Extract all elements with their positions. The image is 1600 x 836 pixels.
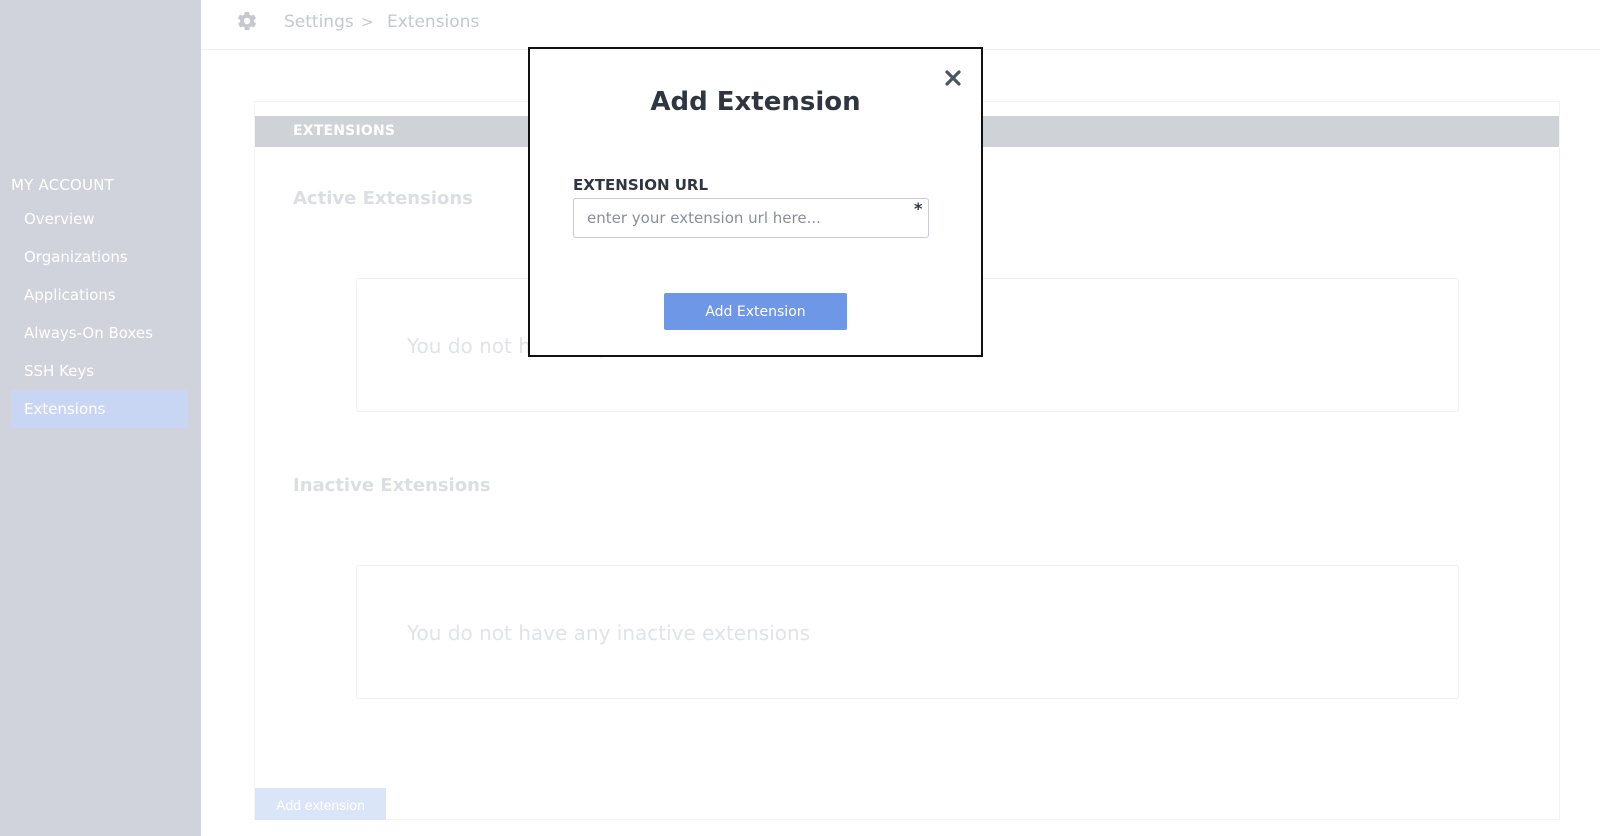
inactive-extensions-empty-box: You do not have any inactive extensions xyxy=(356,565,1459,699)
active-extensions-title: Active Extensions xyxy=(293,188,473,209)
inactive-extensions-empty-text: You do not have any inactive extensions xyxy=(407,621,811,645)
gear-icon[interactable] xyxy=(236,10,258,32)
add-extension-submit-button[interactable]: Add Extension xyxy=(664,293,847,330)
extension-url-label: EXTENSION URL xyxy=(573,176,709,194)
breadcrumb-separator: > xyxy=(361,13,374,31)
breadcrumb-settings[interactable]: Settings xyxy=(284,12,354,32)
modal-title: Add Extension xyxy=(650,87,861,117)
inactive-extensions-title: Inactive Extensions xyxy=(293,475,491,496)
sidebar-item-organizations[interactable]: Organizations xyxy=(11,238,188,276)
sidebar-heading: MY ACCOUNT xyxy=(11,176,114,194)
breadcrumb-extensions: Extensions xyxy=(387,12,480,32)
close-icon[interactable] xyxy=(944,69,962,87)
sidebar-item-extensions[interactable]: Extensions xyxy=(11,390,188,428)
required-marker: * xyxy=(914,199,923,218)
sidebar: MY ACCOUNT Overview Organizations Applic… xyxy=(0,0,201,836)
add-extension-button[interactable]: Add extension xyxy=(255,788,386,820)
sidebar-item-always-on-boxes[interactable]: Always-On Boxes xyxy=(11,314,188,352)
add-extension-modal: Add Extension EXTENSION URL * Add Extens… xyxy=(528,47,983,357)
extension-url-input[interactable] xyxy=(573,198,929,238)
sidebar-item-ssh-keys[interactable]: SSH Keys xyxy=(11,352,188,390)
sidebar-item-applications[interactable]: Applications xyxy=(11,276,188,314)
sidebar-item-overview[interactable]: Overview xyxy=(11,200,188,238)
top-bar: Settings > Extensions xyxy=(201,0,1600,50)
card-header-title: EXTENSIONS xyxy=(293,123,396,139)
